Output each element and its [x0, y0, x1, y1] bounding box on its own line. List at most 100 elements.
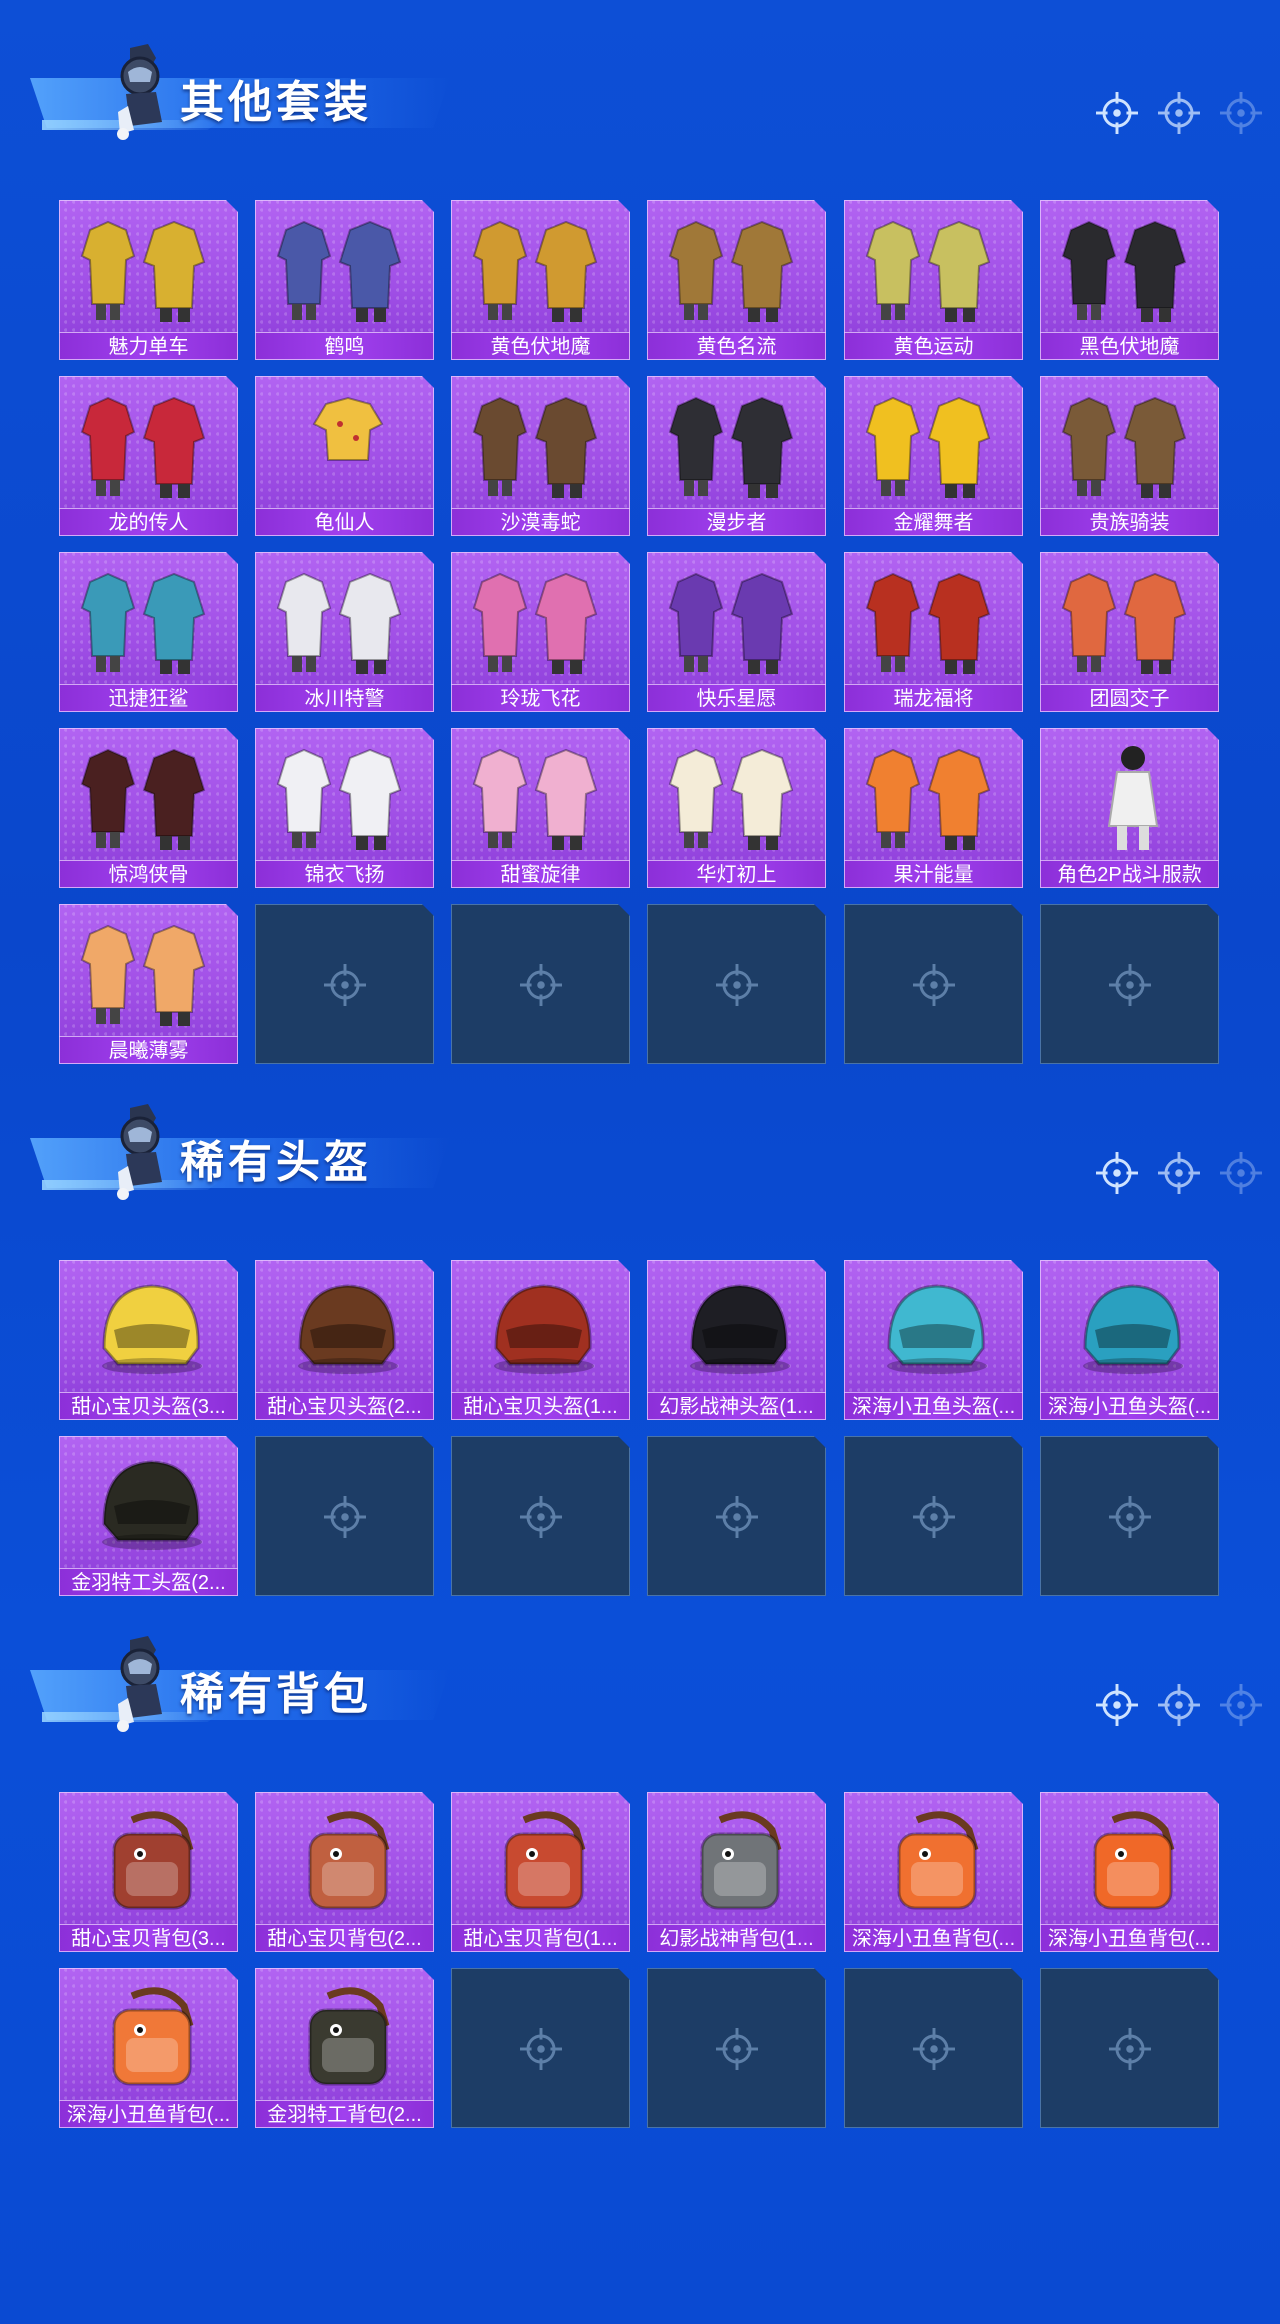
empty-slot: [451, 1968, 630, 2128]
item-label: 甜心宝贝头盔(1...: [451, 1392, 630, 1420]
item-label: 龟仙人: [255, 508, 434, 536]
item-card[interactable]: 龟仙人: [255, 376, 434, 536]
item-label: 沙漠毒蛇: [451, 508, 630, 536]
item-card[interactable]: 甜蜜旋律: [451, 728, 630, 888]
empty-slot: [1040, 1436, 1219, 1596]
item-label: 深海小丑鱼头盔(...: [1040, 1392, 1219, 1420]
item-card[interactable]: 深海小丑鱼背包(...: [59, 1968, 238, 2128]
empty-slot: [255, 1436, 434, 1596]
item-card[interactable]: 惊鸿侠骨: [59, 728, 238, 888]
mascot-icon: [117, 1636, 162, 1732]
item-card[interactable]: 玲珑飞花: [451, 552, 630, 712]
item-card[interactable]: 黄色名流: [647, 200, 826, 360]
item-label: 金羽特工背包(2...: [255, 2100, 434, 2128]
item-card[interactable]: 晨曦薄雾: [59, 904, 238, 1064]
item-label: 深海小丑鱼背包(...: [844, 1924, 1023, 1952]
item-card[interactable]: 深海小丑鱼头盔(...: [844, 1260, 1023, 1420]
item-card[interactable]: 黄色伏地魔: [451, 200, 630, 360]
item-label: 幻影战神背包(1...: [647, 1924, 826, 1952]
empty-slot: [844, 1968, 1023, 2128]
item-card[interactable]: 冰川特警: [255, 552, 434, 712]
item-card[interactable]: 快乐星愿: [647, 552, 826, 712]
item-card[interactable]: 团圆交子: [1040, 552, 1219, 712]
item-card[interactable]: 黄色运动: [844, 200, 1023, 360]
item-label: 黑色伏地魔: [1040, 332, 1219, 360]
item-label: 晨曦薄雾: [59, 1036, 238, 1064]
item-label: 龙的传人: [59, 508, 238, 536]
item-card[interactable]: 瑞龙福将: [844, 552, 1023, 712]
item-label: 深海小丑鱼背包(...: [1040, 1924, 1219, 1952]
item-card[interactable]: 甜心宝贝背包(2...: [255, 1792, 434, 1952]
section-title: 稀有背包: [180, 1670, 372, 1719]
item-card[interactable]: 深海小丑鱼头盔(...: [1040, 1260, 1219, 1420]
item-card[interactable]: 金羽特工头盔(2...: [59, 1436, 238, 1596]
item-label: 甜蜜旋律: [451, 860, 630, 888]
item-card[interactable]: 贵族骑装: [1040, 376, 1219, 536]
item-label: 角色2P战斗服款: [1040, 860, 1219, 888]
section-header: 其他套装: [30, 40, 450, 150]
item-card[interactable]: 漫步者: [647, 376, 826, 536]
item-card[interactable]: 深海小丑鱼背包(...: [844, 1792, 1023, 1952]
item-label: 团圆交子: [1040, 684, 1219, 712]
item-label: 鹤鸣: [255, 332, 434, 360]
item-label: 金羽特工头盔(2...: [59, 1568, 238, 1596]
item-label: 华灯初上: [647, 860, 826, 888]
item-label: 锦衣飞扬: [255, 860, 434, 888]
item-card[interactable]: 幻影战神头盔(1...: [647, 1260, 826, 1420]
item-label: 深海小丑鱼头盔(...: [844, 1392, 1023, 1420]
empty-slot: [451, 1436, 630, 1596]
section-header: 稀有背包: [30, 1632, 450, 1742]
item-label: 玲珑飞花: [451, 684, 630, 712]
item-card[interactable]: 甜心宝贝头盔(3...: [59, 1260, 238, 1420]
empty-slot: [451, 904, 630, 1064]
section-title: 其他套装: [180, 78, 372, 127]
item-label: 黄色名流: [647, 332, 826, 360]
item-label: 瑞龙福将: [844, 684, 1023, 712]
item-card[interactable]: 锦衣飞扬: [255, 728, 434, 888]
item-label: 冰川特警: [255, 684, 434, 712]
header-crosshair-icons: [1096, 92, 1266, 142]
item-card[interactable]: 魅力单车: [59, 200, 238, 360]
empty-slot: [1040, 1968, 1219, 2128]
item-card[interactable]: 甜心宝贝背包(3...: [59, 1792, 238, 1952]
item-label: 甜心宝贝背包(3...: [59, 1924, 238, 1952]
item-card[interactable]: 金耀舞者: [844, 376, 1023, 536]
item-card[interactable]: 迅捷狂鲨: [59, 552, 238, 712]
item-card[interactable]: 甜心宝贝头盔(1...: [451, 1260, 630, 1420]
item-card[interactable]: 沙漠毒蛇: [451, 376, 630, 536]
item-label: 幻影战神头盔(1...: [647, 1392, 826, 1420]
mascot-icon: [117, 44, 162, 140]
section-title: 稀有头盔: [180, 1138, 372, 1187]
item-card[interactable]: 甜心宝贝头盔(2...: [255, 1260, 434, 1420]
item-label: 惊鸿侠骨: [59, 860, 238, 888]
header-crosshair-icons: [1096, 1684, 1266, 1734]
item-label: 甜心宝贝背包(2...: [255, 1924, 434, 1952]
item-card[interactable]: 角色2P战斗服款: [1040, 728, 1219, 888]
item-label: 甜心宝贝头盔(3...: [59, 1392, 238, 1420]
item-label: 贵族骑装: [1040, 508, 1219, 536]
item-label: 黄色伏地魔: [451, 332, 630, 360]
item-label: 果汁能量: [844, 860, 1023, 888]
item-card[interactable]: 深海小丑鱼背包(...: [1040, 1792, 1219, 1952]
item-card[interactable]: 华灯初上: [647, 728, 826, 888]
item-label: 甜心宝贝背包(1...: [451, 1924, 630, 1952]
item-card[interactable]: 金羽特工背包(2...: [255, 1968, 434, 2128]
header-crosshair-icons: [1096, 1152, 1266, 1202]
item-card[interactable]: 鹤鸣: [255, 200, 434, 360]
empty-slot: [844, 1436, 1023, 1596]
mascot-icon: [117, 1104, 162, 1200]
empty-slot: [647, 904, 826, 1064]
item-label: 漫步者: [647, 508, 826, 536]
item-label: 黄色运动: [844, 332, 1023, 360]
empty-slot: [647, 1436, 826, 1596]
item-card[interactable]: 龙的传人: [59, 376, 238, 536]
item-card[interactable]: 幻影战神背包(1...: [647, 1792, 826, 1952]
item-card[interactable]: 果汁能量: [844, 728, 1023, 888]
item-card[interactable]: 黑色伏地魔: [1040, 200, 1219, 360]
empty-slot: [844, 904, 1023, 1064]
empty-slot: [255, 904, 434, 1064]
item-card[interactable]: 甜心宝贝背包(1...: [451, 1792, 630, 1952]
item-label: 金耀舞者: [844, 508, 1023, 536]
empty-slot: [1040, 904, 1219, 1064]
item-label: 迅捷狂鲨: [59, 684, 238, 712]
